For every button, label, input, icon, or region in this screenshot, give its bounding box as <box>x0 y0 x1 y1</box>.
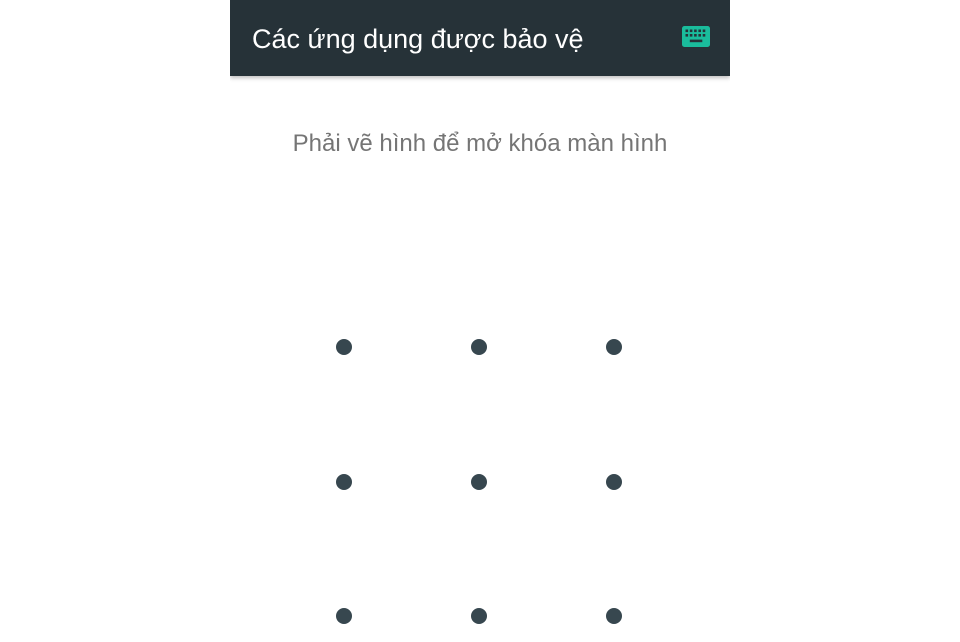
pattern-dot-2[interactable] <box>471 339 487 355</box>
pattern-dot-1[interactable] <box>336 339 352 355</box>
pattern-dot-8[interactable] <box>471 608 487 624</box>
stage: Các ứng dụng được bảo vệ Phải vẽ hình để… <box>0 0 960 642</box>
pattern-dot-3[interactable] <box>606 339 622 355</box>
pattern-dot-9[interactable] <box>606 608 622 624</box>
pattern-dot-6[interactable] <box>606 474 622 490</box>
pattern-dot-4[interactable] <box>336 474 352 490</box>
pattern-lock-grid[interactable] <box>230 0 730 642</box>
phone-screen: Các ứng dụng được bảo vệ Phải vẽ hình để… <box>230 0 730 642</box>
pattern-dot-5[interactable] <box>471 474 487 490</box>
pattern-dot-7[interactable] <box>336 608 352 624</box>
